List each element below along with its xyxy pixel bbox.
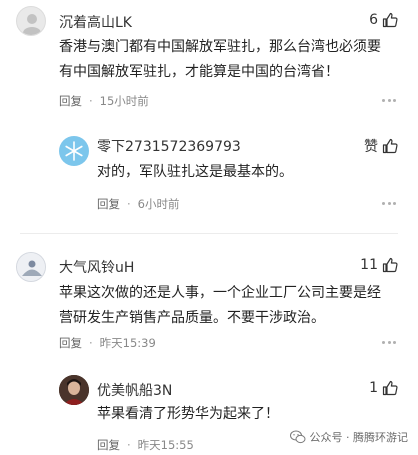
like-button[interactable]: 11 [360, 257, 398, 273]
like-count: 6 [369, 12, 378, 28]
comment-time: 昨天15:39 [99, 336, 156, 350]
comment-username[interactable]: 沉着高山LK [59, 12, 132, 32]
comment-meta: 回复 · 昨天15:39 [59, 335, 156, 351]
default-avatar-icon [23, 14, 41, 35]
comment-text: 苹果这次做的还是人事，一个企业工厂公司主要是经 营研发生产销售产品质量。不要干涉… [59, 285, 381, 326]
comment-item: 沉着高山LK 6 香港与澳门都有中国解放军驻扎，那么台湾也必须要 有中国解放军驻… [0, 0, 418, 125]
reply-button[interactable]: 回复 [97, 437, 120, 453]
watermark-text: 公众号 · 腾腾环游记 [309, 431, 409, 444]
wechat-icon [289, 430, 305, 444]
comment-time: 昨天15:55 [137, 438, 194, 452]
comment-meta: 回复 · 15小时前 [59, 93, 149, 109]
avatar[interactable] [59, 136, 89, 166]
comment-text: 对的，军队驻扎这是最基本的。 [97, 164, 293, 180]
snowflake-icon [65, 141, 83, 161]
like-count: 11 [360, 257, 378, 273]
reply-button[interactable]: 回复 [59, 335, 82, 351]
avatar[interactable] [16, 252, 46, 282]
comment-time: 6小时前 [137, 197, 180, 211]
comment-time: 15小时前 [99, 94, 149, 108]
more-options-icon[interactable] [382, 99, 396, 103]
separator-dot: · [127, 438, 131, 452]
comment-username[interactable]: 零下2731572369793 [97, 136, 241, 156]
avatar[interactable] [59, 375, 89, 405]
watermark: 公众号 · 腾腾环游记 [289, 429, 409, 445]
more-options-icon[interactable] [382, 202, 396, 206]
profile-picture-icon [59, 375, 89, 405]
comment-reply-item: 零下2731572369793 赞 对的，军队驻扎这是最基本的。 回复 · 6小… [0, 125, 418, 230]
thumbs-up-icon [382, 12, 398, 28]
comment-text: 香港与澳门都有中国解放军驻扎，那么台湾也必须要 有中国解放军驻扎，才能算是中国的… [59, 39, 381, 80]
separator-dot: · [127, 197, 131, 211]
separator-dot: · [89, 94, 93, 108]
comment-meta: 回复 · 6小时前 [97, 196, 179, 212]
comment-text: 苹果看清了形势华为起来了！ [97, 406, 279, 422]
thumbs-up-icon [382, 257, 398, 273]
thumbs-up-icon [382, 138, 398, 154]
comment-divider [20, 233, 398, 234]
like-button[interactable]: 6 [369, 12, 398, 28]
more-options-icon[interactable] [382, 341, 396, 345]
like-count: 1 [369, 380, 378, 396]
comment-item: 大气风铃uH 11 苹果这次做的还是人事，一个企业工厂公司主要是经 营研发生产销… [0, 240, 418, 365]
like-label: 赞 [364, 139, 378, 155]
thumbs-up-icon [382, 380, 398, 396]
comment-username[interactable]: 优美帆船3N [97, 380, 172, 400]
avatar[interactable] [16, 6, 46, 36]
like-button[interactable]: 1 [369, 380, 398, 396]
separator-dot: · [89, 336, 93, 350]
reply-button[interactable]: 回复 [97, 196, 120, 212]
comment-meta: 回复 · 昨天15:55 [97, 437, 194, 453]
comment-username[interactable]: 大气风铃uH [59, 257, 134, 277]
reply-button[interactable]: 回复 [59, 93, 82, 109]
like-button[interactable]: 赞 [364, 136, 398, 156]
profile-picture-icon [17, 253, 45, 281]
